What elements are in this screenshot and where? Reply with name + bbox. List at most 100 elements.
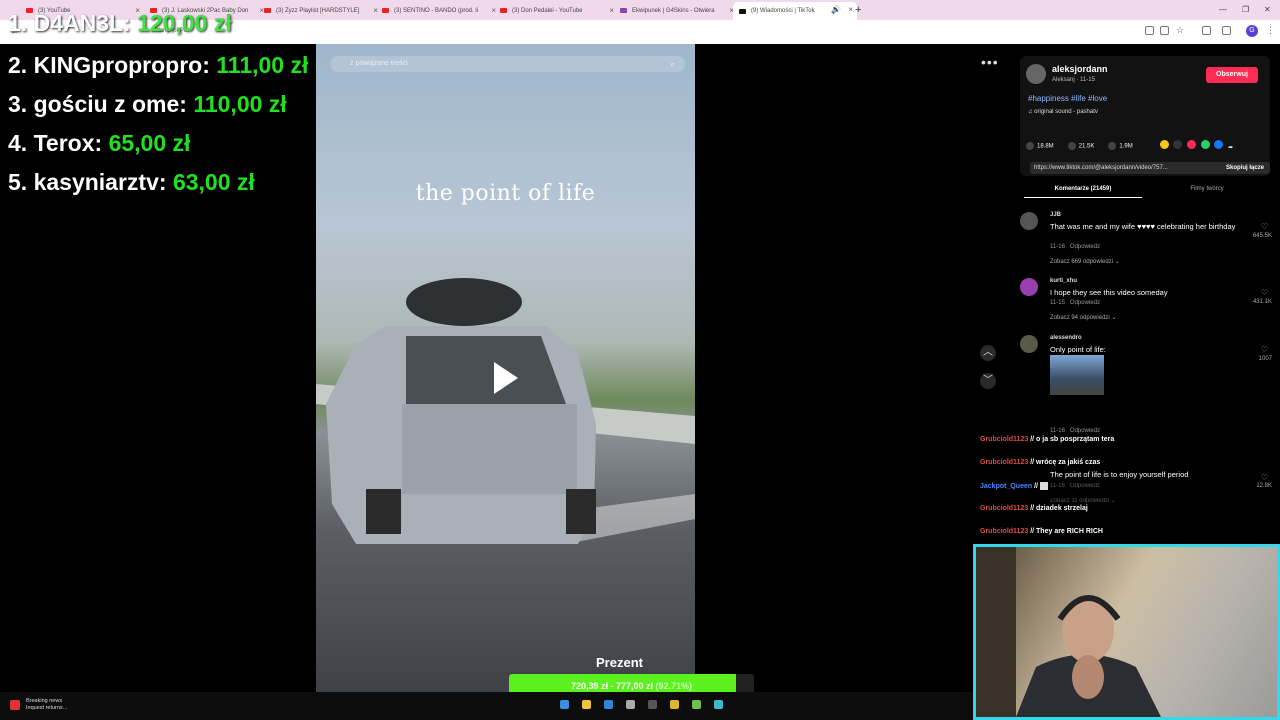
downloads-icon[interactable] [1222, 26, 1231, 35]
video-link-field[interactable]: https://www.tiktok.com/@aleksjordann/vid… [1030, 162, 1270, 174]
translate-icon[interactable] [1145, 26, 1154, 35]
reply-link[interactable]: Odpowiedz [1070, 300, 1100, 306]
tab-comments[interactable]: Komentarze (21459) [1024, 186, 1142, 198]
sound-label: original sound - pashatv [1034, 109, 1098, 115]
like-count: 18.8M [1037, 143, 1054, 150]
share-tiktok-icon[interactable] [1187, 140, 1197, 149]
profile-avatar[interactable]: G [1246, 25, 1258, 37]
donation-amount: 111,00 zł [216, 52, 309, 78]
file-explorer-icon[interactable] [582, 700, 591, 709]
comment-text: I hope they see this video someday [1050, 288, 1168, 297]
donation-amount: 110,00 zł [193, 91, 287, 117]
rank-number: 3. [8, 91, 28, 117]
close-window-icon[interactable]: ✕ [1264, 5, 1271, 14]
goal-current: 720,39 zł [570, 681, 608, 691]
comment-like-icon[interactable]: ♡ [1261, 473, 1268, 482]
view-replies-link[interactable]: Zobacz 94 odpowiedzi ⌄ [1050, 314, 1116, 321]
comment-icon [1067, 141, 1076, 150]
cast-icon[interactable] [1160, 26, 1169, 35]
windows-start-icon[interactable] [560, 700, 569, 709]
browser-tab[interactable]: Ekwipunek | G4Skins - Otwiera × [614, 3, 738, 18]
comment-meta: 11-16 Odpowiedz [1050, 244, 1100, 250]
like-stat[interactable]: 18.8M [1026, 141, 1054, 150]
ranking-row: 3. gościu z ome: 110,00 zł [8, 91, 287, 118]
maximize-icon[interactable]: ❐ [1242, 5, 1249, 14]
video-hashtags[interactable]: #happiness #life #love [1028, 94, 1107, 103]
taskbar-app-icon[interactable] [692, 700, 701, 709]
new-tab-button[interactable]: + [855, 4, 861, 16]
edge-icon[interactable] [604, 700, 613, 709]
chat-message: Grubciold1123 // dziadek strzelaj [980, 505, 1088, 512]
reply-link[interactable]: Odpowiedz [1070, 428, 1100, 434]
bookmark-star-icon[interactable]: ☆ [1176, 25, 1184, 36]
ranking-row: 1. D4AN3L: 120,00 zł [8, 10, 232, 37]
follow-button[interactable]: Obserwuj [1206, 67, 1258, 83]
news-text: Breaking news Inquest returns... [26, 698, 67, 712]
video-sound[interactable]: ♫ original sound - pashatv [1028, 109, 1098, 115]
car-window [406, 336, 566, 404]
chrome-icon[interactable] [670, 700, 679, 709]
save-stat[interactable]: 1.9M [1108, 141, 1133, 150]
comment-meta: 11-16 Odpowiedz [1050, 428, 1100, 434]
comment-like-icon[interactable]: ♡ [1261, 222, 1268, 231]
previous-video-icon[interactable]: ︿ [980, 345, 996, 361]
taskbar-app-icon[interactable] [626, 700, 635, 709]
author-avatar[interactable] [1026, 64, 1046, 84]
play-icon[interactable] [494, 362, 518, 394]
comment-avatar[interactable] [1020, 278, 1038, 296]
copy-link-button[interactable]: Skopiuj łącze [1226, 162, 1264, 174]
comment-stat[interactable]: 21.5K [1067, 141, 1094, 150]
share-arrow-icon[interactable]: ➦ [1228, 145, 1233, 151]
donation-amount: 65,00 zł [108, 130, 191, 156]
chat-text: They are RICH RICH [1036, 528, 1103, 535]
coin-icon[interactable] [1159, 140, 1169, 149]
ranking-row: 5. kasyniarztv: 63,00 zł [8, 169, 255, 196]
next-video-icon[interactable]: ﹀ [980, 373, 996, 389]
taskbar-app-icon[interactable] [648, 700, 657, 709]
car-wheel [366, 489, 401, 534]
comment-user[interactable]: alessendro [1050, 335, 1082, 341]
comment-image[interactable] [1050, 355, 1104, 395]
steam-icon[interactable] [714, 700, 723, 709]
video-player[interactable]: ż powiązane treści ⌕ the point of life [316, 44, 695, 692]
comment-like-icon[interactable]: ♡ [1261, 345, 1268, 354]
comment-text: The point of life is to enjoy yourself p… [1050, 470, 1189, 479]
browser-tab[interactable]: (3) Zyzz Playlist [HARDSTYLE] × [258, 3, 382, 18]
reply-link[interactable]: Odpowiedz [1070, 483, 1100, 489]
g4skins-icon [620, 8, 627, 13]
webcam-feed [973, 544, 1280, 720]
chat-user: Grubciold1123 [980, 505, 1029, 512]
browser-tab[interactable]: (3) Don Pedalei - YouTube × [494, 3, 618, 18]
car-wheel [566, 489, 596, 534]
minimize-icon[interactable]: — [1219, 5, 1227, 14]
comment-text: That was me and my wife ♥♥♥♥ celebrating… [1050, 222, 1236, 231]
comment-like-icon[interactable]: ♡ [1261, 288, 1268, 297]
menu-dots-icon[interactable]: ⋮ [1266, 25, 1275, 36]
comment-like-count: 1007 [1258, 356, 1272, 362]
chat-text: dziadek strzelaj [1036, 505, 1088, 512]
comment-user[interactable]: kurti_xhu [1050, 278, 1077, 284]
view-replies-link[interactable]: Zobacz 11 odpowiedzi ⌄ [1050, 497, 1116, 504]
browser-tab-active[interactable]: (9) Wiadomości | TikTok 🔊 × [733, 2, 857, 20]
facebook-icon[interactable] [1214, 140, 1224, 149]
author-username[interactable]: aleksjordann [1052, 64, 1108, 74]
youtube-icon [382, 8, 389, 13]
bookmark-icon [1108, 141, 1117, 150]
reply-link[interactable]: Odpowiedz [1070, 244, 1100, 250]
donor-name: D4AN3L: [33, 10, 131, 36]
browser-tab[interactable]: (3) SENTINO - BANDO (prod. li × [376, 3, 500, 18]
streamer-hand [1072, 655, 1104, 699]
tab-creator-videos[interactable]: Filmy twórcy [1148, 186, 1266, 192]
more-options-icon[interactable]: ••• [981, 54, 999, 70]
extensions-icon[interactable] [1202, 26, 1211, 35]
view-replies-link[interactable]: Zobacz 669 odpowiedzi ⌄ [1050, 258, 1120, 265]
comment-avatar[interactable] [1020, 335, 1038, 353]
embed-icon[interactable] [1173, 140, 1183, 149]
donor-name: Terox: [33, 130, 103, 156]
speaker-icon[interactable]: 🔊 [831, 5, 841, 14]
whatsapp-icon[interactable] [1200, 140, 1210, 149]
close-tab-icon[interactable]: × [848, 5, 853, 14]
comment-user[interactable]: JJB [1050, 212, 1061, 218]
tab-label: (9) Wiadomości | TikTok [751, 8, 815, 14]
comment-avatar[interactable] [1020, 212, 1038, 230]
